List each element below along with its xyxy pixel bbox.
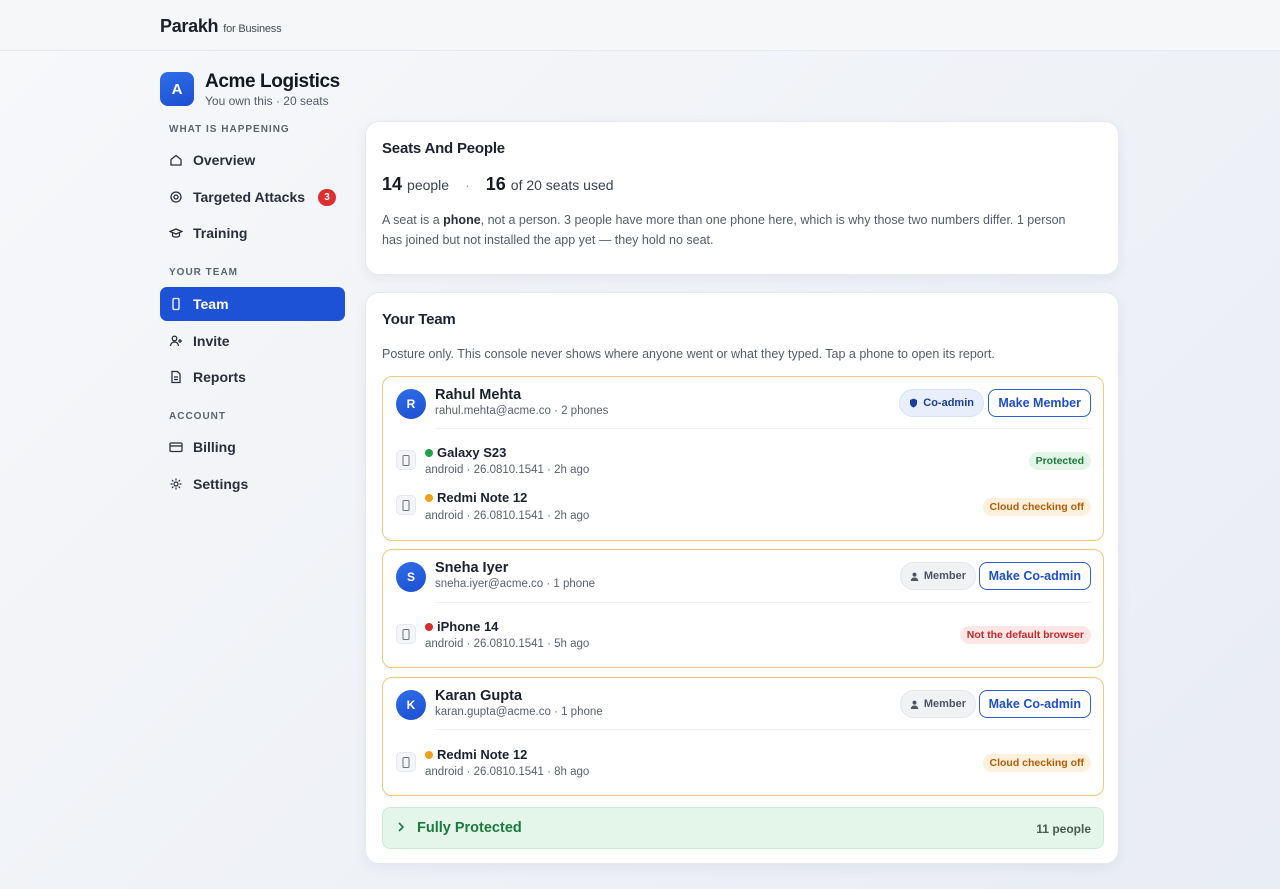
status-badge: Cloud checking off xyxy=(982,754,1091,772)
credit-card-icon xyxy=(169,440,183,454)
people-count: 14 xyxy=(382,174,403,194)
sidebar-item-reports[interactable]: Reports xyxy=(160,360,345,394)
avatar: K xyxy=(396,690,426,720)
gear-icon xyxy=(169,477,183,491)
sidebar-item-team[interactable]: Team xyxy=(160,287,345,321)
sidebar-item-label: Settings xyxy=(193,476,249,492)
fully-protected-label: Fully Protected xyxy=(417,820,522,836)
user-icon xyxy=(910,572,919,581)
org-meta: You own this · 20 seats xyxy=(205,94,329,108)
people-label: people xyxy=(407,177,450,193)
divider xyxy=(435,428,1091,429)
fully-protected-count: 11 people xyxy=(1036,822,1091,836)
phone-icon xyxy=(396,752,416,772)
status-dot xyxy=(425,493,433,502)
document-icon xyxy=(169,370,183,384)
member-name: Karan Gupta xyxy=(435,688,523,704)
device-meta: android · 26.0810.1541 · 8h ago xyxy=(425,766,590,778)
phone-icon xyxy=(396,450,416,470)
status-badge: Cloud checking off xyxy=(982,498,1091,516)
user-plus-icon xyxy=(169,334,183,348)
user-icon xyxy=(910,700,919,709)
device-meta: android · 26.0810.1541 · 2h ago xyxy=(425,510,590,522)
seat-stats: 14 people · 16 of 20 seats used xyxy=(382,174,614,195)
member-meta: rahul.mehta@acme.co · 2 phones xyxy=(435,405,609,417)
status-badge: Protected xyxy=(1028,452,1091,470)
make-co-admin-button[interactable]: Make Co-admin xyxy=(978,690,1091,718)
member-name: Sneha Iyer xyxy=(435,560,509,576)
phone-icon xyxy=(396,495,416,515)
chevron-right-icon xyxy=(398,822,405,832)
brand-suffix: for Business xyxy=(223,23,282,35)
device-name: Galaxy S23 xyxy=(425,445,506,460)
seats-card: Seats And People 14 people · 16 of 20 se… xyxy=(365,121,1119,275)
role-badge: Member xyxy=(899,562,976,590)
phone-icon xyxy=(396,624,416,644)
org-name: Acme Logistics xyxy=(205,71,340,92)
device-name: iPhone 14 xyxy=(425,619,498,634)
divider xyxy=(435,729,1091,730)
status-dot xyxy=(425,750,433,759)
team-member-card: K Karan Gupta karan.gupta@acme.co · 1 ph… xyxy=(382,677,1104,796)
shield-icon xyxy=(910,398,918,408)
seats-card-title: Seats And People xyxy=(382,140,505,157)
top-bar: Parakh for Business xyxy=(0,0,1280,51)
sidebar-item-label: Training xyxy=(193,225,248,241)
avatar: R xyxy=(396,389,426,419)
avatar: S xyxy=(396,562,426,592)
sidebar-item-training[interactable]: Training xyxy=(160,216,345,250)
brand-name: Parakh xyxy=(160,16,219,36)
status-dot xyxy=(425,448,433,457)
make-member-button[interactable]: Make Member xyxy=(988,389,1091,417)
device-meta: android · 26.0810.1541 · 5h ago xyxy=(425,638,590,650)
sidebar-item-label: Invite xyxy=(193,333,230,349)
sidebar-item-label: Billing xyxy=(193,439,236,455)
device-name: Redmi Note 12 xyxy=(425,747,527,762)
member-name: Rahul Mehta xyxy=(435,387,522,403)
nav-section-your-team: YOUR TEAM xyxy=(169,267,238,278)
separator-dot: · xyxy=(465,177,470,193)
sidebar-item-invite[interactable]: Invite xyxy=(160,324,345,358)
sidebar-item-overview[interactable]: Overview xyxy=(160,143,345,177)
sidebar-item-label: Team xyxy=(193,296,229,312)
seats-used-count: 16 xyxy=(485,174,506,194)
graduation-cap-icon xyxy=(169,226,183,240)
divider xyxy=(435,602,1091,603)
org-avatar: A xyxy=(160,72,194,106)
home-icon xyxy=(169,153,183,167)
status-dot xyxy=(425,622,433,631)
team-member-card: R Rahul Mehta rahul.mehta@acme.co · 2 ph… xyxy=(382,376,1104,541)
seat-explanation: A seat is a phone, not a person. 3 peopl… xyxy=(382,213,1066,247)
team-member-card: S Sneha Iyer sneha.iyer@acme.co · 1 phon… xyxy=(382,549,1104,668)
attacks-count-badge: 3 xyxy=(318,189,336,206)
role-badge: Co-admin xyxy=(899,389,984,417)
role-badge: Member xyxy=(899,690,976,718)
sidebar-item-targeted-attacks[interactable]: Targeted Attacks 3 xyxy=(160,180,345,214)
seats-used-label: of 20 seats used xyxy=(510,177,614,193)
team-card: Your Team Posture only. This console nev… xyxy=(365,292,1119,864)
member-meta: karan.gupta@acme.co · 1 phone xyxy=(435,706,603,718)
make-co-admin-button[interactable]: Make Co-admin xyxy=(978,562,1091,590)
team-subtitle: Posture only. This console never shows w… xyxy=(382,347,995,361)
status-badge: Not the default browser xyxy=(959,626,1091,644)
sidebar-item-billing[interactable]: Billing xyxy=(160,430,345,464)
target-icon xyxy=(169,190,183,204)
fully-protected-toggle[interactable]: Fully Protected 11 people xyxy=(382,807,1104,849)
device-name: Redmi Note 12 xyxy=(425,490,527,505)
sidebar-item-label: Overview xyxy=(193,152,256,168)
sidebar-item-label: Reports xyxy=(193,369,246,385)
brand-logo[interactable]: Parakh for Business xyxy=(160,16,282,37)
nav-section-account: ACCOUNT xyxy=(169,411,226,422)
phone-icon xyxy=(169,297,183,311)
team-card-title: Your Team xyxy=(382,311,456,328)
org-header: A Acme Logistics You own this · 20 seats xyxy=(160,72,340,108)
member-meta: sneha.iyer@acme.co · 1 phone xyxy=(435,578,595,590)
device-meta: android · 26.0810.1541 · 2h ago xyxy=(425,464,590,476)
sidebar-item-settings[interactable]: Settings xyxy=(160,467,345,501)
nav-section-what-is-happening: WHAT IS HAPPENING xyxy=(169,124,290,135)
sidebar-item-label: Targeted Attacks xyxy=(193,189,306,205)
